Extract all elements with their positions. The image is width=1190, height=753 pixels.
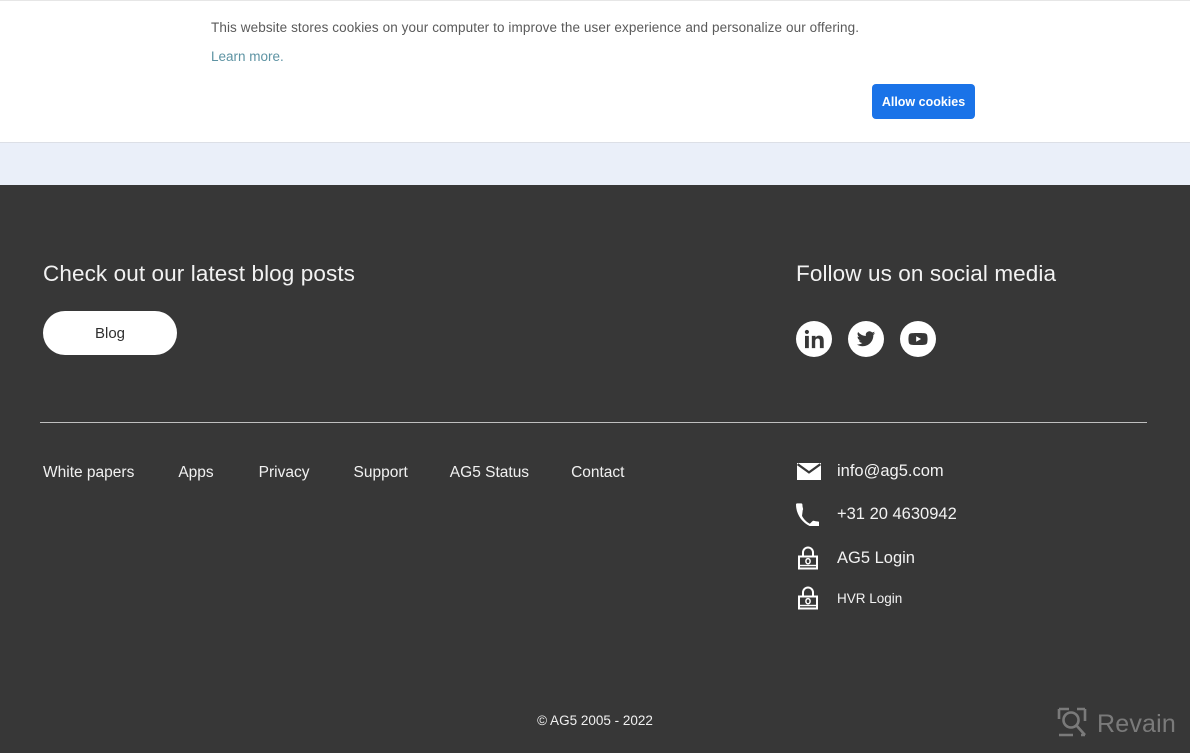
copyright-text: © AG5 2005 - 2022: [537, 713, 653, 728]
page-root: This website stores cookies on your comp…: [0, 0, 1190, 753]
revain-watermark: Revain: [1056, 706, 1176, 743]
contact-ag5-login-label: AG5 Login: [837, 548, 915, 567]
footer-contact-list: info@ag5.com +31 20 4630942 AG5 Login HV…: [796, 458, 957, 627]
contact-hvr-login-label: HVR Login: [837, 590, 903, 606]
cookie-consent-banner: This website stores cookies on your comp…: [0, 0, 1190, 142]
social-links: [796, 321, 936, 357]
footer-link-ag5-status[interactable]: AG5 Status: [450, 464, 529, 482]
footer-link-support[interactable]: Support: [354, 464, 408, 482]
contact-ag5-login[interactable]: AG5 Login: [796, 545, 957, 571]
twitter-icon[interactable]: [848, 321, 884, 357]
footer-link-white-papers[interactable]: White papers: [43, 464, 134, 482]
contact-phone[interactable]: +31 20 4630942: [796, 501, 957, 527]
envelope-icon: [796, 458, 828, 484]
phone-icon: [796, 501, 828, 527]
revain-logo-icon: [1056, 706, 1088, 743]
blog-button[interactable]: Blog: [43, 311, 177, 355]
footer-link-privacy[interactable]: Privacy: [259, 464, 310, 482]
lock-icon: [796, 545, 828, 571]
social-heading: Follow us on social media: [796, 261, 1057, 286]
contact-email[interactable]: info@ag5.com: [796, 458, 957, 484]
lock-icon: [796, 585, 828, 611]
contact-email-label: info@ag5.com: [837, 461, 944, 480]
light-separator-band: [0, 142, 1190, 185]
linkedin-icon[interactable]: [796, 321, 832, 357]
contact-hvr-login[interactable]: HVR Login: [796, 585, 957, 611]
allow-cookies-button[interactable]: Allow cookies: [872, 84, 975, 119]
footer-link-apps[interactable]: Apps: [178, 464, 213, 482]
footer-link-contact[interactable]: Contact: [571, 464, 624, 482]
footer-divider: [40, 422, 1147, 423]
learn-more-link[interactable]: Learn more.: [211, 49, 284, 64]
blog-heading: Check out our latest blog posts: [43, 261, 356, 286]
footer-nav: White papers Apps Privacy Support AG5 St…: [43, 464, 624, 482]
revain-wordmark: Revain: [1097, 710, 1177, 738]
youtube-icon[interactable]: [900, 321, 936, 357]
contact-phone-label: +31 20 4630942: [837, 504, 957, 523]
cookie-message: This website stores cookies on your comp…: [211, 20, 860, 35]
